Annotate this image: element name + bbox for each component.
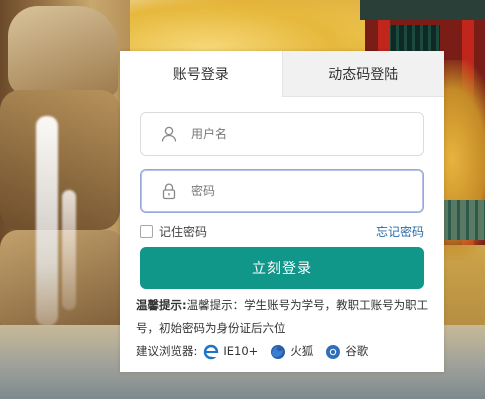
forgot-password-link[interactable]: 忘记密码: [376, 223, 424, 240]
login-button[interactable]: 立刻登录: [140, 247, 424, 289]
remember-label: 记住密码: [159, 224, 208, 239]
username-input[interactable]: [189, 126, 423, 142]
lock-icon: [159, 181, 179, 201]
firefox-icon: [270, 344, 286, 360]
browser-chrome-label: 谷歌: [345, 344, 369, 358]
tips-section: 温馨提示:温馨提示：学生账号为学号，教职工账号为职工号，初始密码为身份证后六位 …: [136, 294, 432, 363]
login-panel: 账号登录 动态码登陆 记住密码 忘记密码 立刻登录: [120, 51, 444, 372]
browser-ie-label: IE10+: [223, 344, 259, 358]
remember-password[interactable]: 记住密码: [140, 223, 207, 240]
username-field[interactable]: [140, 112, 424, 156]
chrome-icon: [325, 344, 341, 360]
browser-suggestions: 建议浏览器: IE10+ 火狐 谷歌: [136, 340, 432, 363]
remember-row: 记住密码 忘记密码: [140, 222, 424, 240]
browser-firefox: 火狐: [270, 340, 313, 363]
password-input[interactable]: [189, 183, 423, 199]
remember-checkbox[interactable]: [140, 224, 153, 238]
browser-firefox-label: 火狐: [290, 344, 314, 358]
login-tabs: 账号登录 动态码登陆: [120, 51, 444, 97]
password-field[interactable]: [140, 169, 424, 213]
tab-account-login[interactable]: 账号登录: [120, 51, 282, 97]
tips-text: 温馨提示:温馨提示：学生账号为学号，教职工账号为职工号，初始密码为身份证后六位: [136, 294, 432, 340]
browsers-label: 建议浏览器:: [136, 344, 198, 358]
user-icon: [159, 124, 179, 144]
browser-ie: IE10+: [203, 340, 258, 363]
browser-chrome: 谷歌: [325, 340, 368, 363]
ie-icon: [203, 344, 219, 360]
tips-label: 温馨提示:: [136, 298, 187, 312]
tab-dynamic-code-login[interactable]: 动态码登陆: [281, 51, 444, 97]
